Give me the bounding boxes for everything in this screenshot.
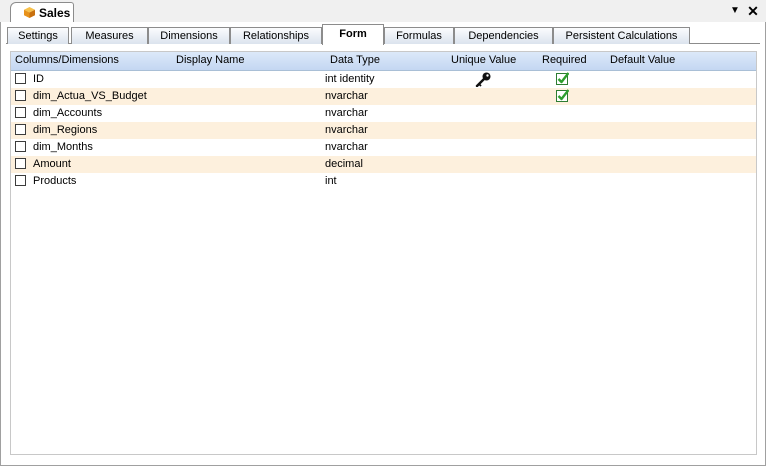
header-columns-dimensions[interactable]: Columns/Dimensions <box>15 54 119 66</box>
tab-measures[interactable]: Measures <box>71 27 148 44</box>
data-type-cell[interactable]: decimal <box>325 158 363 170</box>
tab-dependencies[interactable]: Dependencies <box>454 27 553 44</box>
data-type-cell[interactable]: nvarchar <box>325 124 368 136</box>
table-row[interactable]: dim_Months nvarchar <box>11 139 756 156</box>
form-columns-grid: Columns/Dimensions Display Name Data Typ… <box>10 51 757 455</box>
close-icon[interactable]: ✕ <box>746 4 760 18</box>
column-name: Amount <box>33 158 71 170</box>
row-checkbox[interactable] <box>15 90 26 101</box>
table-row[interactable]: dim_Accounts nvarchar <box>11 105 756 122</box>
row-checkbox[interactable] <box>15 175 26 186</box>
key-icon[interactable] <box>474 71 492 88</box>
tab-dimensions[interactable]: Dimensions <box>148 27 230 44</box>
tab-settings[interactable]: Settings <box>7 27 69 44</box>
header-required[interactable]: Required <box>542 54 587 66</box>
row-checkbox[interactable] <box>15 141 26 152</box>
document-tab-title: Sales <box>39 6 71 20</box>
column-name: dim_Accounts <box>33 107 103 119</box>
green-check-icon[interactable] <box>556 72 570 85</box>
header-data-type[interactable]: Data Type <box>330 54 380 66</box>
tab-list-dropdown-icon[interactable]: ▼ <box>728 4 742 18</box>
document-tab-strip: Sales ▼ ✕ <box>0 0 766 23</box>
table-row[interactable]: ID int identity <box>11 71 756 88</box>
header-display-name[interactable]: Display Name <box>176 54 244 66</box>
row-checkbox[interactable] <box>15 73 26 84</box>
tab-persistent-calculations[interactable]: Persistent Calculations <box>553 27 690 44</box>
header-unique-value[interactable]: Unique Value <box>451 54 516 66</box>
column-name: dim_Regions <box>33 124 98 136</box>
column-name: Products <box>33 175 77 187</box>
table-row[interactable]: dim_Actua_VS_Budget nvarchar <box>11 88 756 105</box>
tab-form[interactable]: Form <box>322 24 384 45</box>
green-check-icon[interactable] <box>556 89 570 102</box>
row-checkbox[interactable] <box>15 107 26 118</box>
data-type-cell[interactable]: nvarchar <box>325 90 368 102</box>
header-default-value[interactable]: Default Value <box>610 54 675 66</box>
data-type-cell[interactable]: int <box>325 175 337 187</box>
table-row[interactable]: Products int <box>11 173 756 190</box>
data-type-cell[interactable]: int identity <box>325 73 375 85</box>
column-name: ID <box>33 73 44 85</box>
column-name: dim_Actua_VS_Budget <box>33 90 147 102</box>
column-name: dim_Months <box>33 141 93 153</box>
data-type-cell[interactable]: nvarchar <box>325 141 368 153</box>
table-row[interactable]: dim_Regions nvarchar <box>11 122 756 139</box>
tab-formulas[interactable]: Formulas <box>384 27 454 44</box>
document-tab-sales[interactable]: Sales <box>10 2 74 22</box>
tab-relationships[interactable]: Relationships <box>230 27 322 44</box>
data-type-cell[interactable]: nvarchar <box>325 107 368 119</box>
table-row[interactable]: Amount decimal <box>11 156 756 173</box>
grid-header: Columns/Dimensions Display Name Data Typ… <box>11 52 756 71</box>
row-checkbox[interactable] <box>15 124 26 135</box>
row-checkbox[interactable] <box>15 158 26 169</box>
cube-icon <box>24 7 35 18</box>
